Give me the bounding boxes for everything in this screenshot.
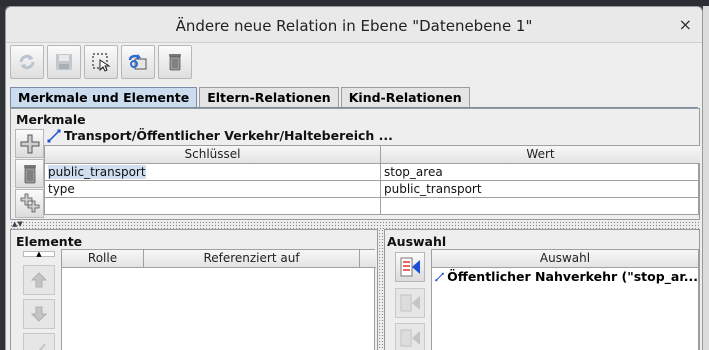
delete-button[interactable]: [158, 45, 192, 79]
tag-key-cell[interactable]: public_transport: [45, 164, 381, 181]
members-panel: Elemente ▲ Rolle Referenziert auf: [10, 229, 378, 350]
tag-value-cell[interactable]: public_transport: [381, 181, 700, 198]
delete-tag-button[interactable]: [15, 159, 44, 188]
column-header-key[interactable]: Schlüssel: [45, 146, 381, 164]
relation-name: Transport/Öffentlicher Verkehr/Haltebere…: [47, 128, 393, 143]
tag-key-cell[interactable]: [45, 198, 381, 215]
properties-section-label: Merkmale: [16, 112, 86, 127]
tag-value-cell[interactable]: [381, 198, 700, 215]
column-header-selection[interactable]: Auswahl: [432, 250, 698, 268]
dialog-title: Ändere neue Relation in Ebene "Dateneben…: [175, 17, 533, 35]
table-row[interactable]: [45, 198, 698, 215]
add-selected-before-button[interactable]: [395, 288, 425, 318]
tag-key-cell[interactable]: type: [45, 181, 381, 198]
tab-parent-relations[interactable]: Eltern-Relationen: [199, 87, 339, 107]
table-row[interactable]: type public_transport: [45, 181, 698, 198]
members-section-label: Elemente: [16, 234, 83, 249]
paste-tags-button[interactable]: [15, 189, 44, 218]
tab-child-relations[interactable]: Kind-Relationen: [340, 87, 470, 107]
selection-table: Auswahl Öffentlicher Nahverkehr ("stop_a…: [431, 249, 699, 350]
members-table: Rolle Referenziert auf: [61, 249, 376, 350]
trash-icon: [23, 164, 36, 183]
selection-item-label: Öffentlicher Nahverkehr ("stop_ar...: [447, 268, 698, 284]
column-header-ref[interactable]: Referenziert auf: [144, 250, 360, 268]
move-bottom-button[interactable]: [23, 333, 55, 350]
list-item[interactable]: Öffentlicher Nahverkehr ("stop_ar...: [432, 268, 698, 285]
selection-section-label: Auswahl: [387, 234, 447, 249]
tab-bar: Merkmale und Elemente Eltern-Relationen …: [10, 87, 472, 107]
title-bar: Ändere neue Relation in Ebene "Dateneben…: [6, 7, 702, 43]
add-to-list-icon: [400, 257, 420, 277]
select-button[interactable]: [84, 45, 118, 79]
save-icon: [56, 54, 72, 70]
zoom-to-button[interactable]: [121, 45, 155, 79]
toolbar: [10, 45, 192, 83]
relation-icon: [435, 272, 444, 281]
horizontal-splitter[interactable]: [10, 221, 700, 229]
relation-name-text: Transport/Öffentlicher Verkehr/Haltebere…: [64, 128, 393, 143]
splitter-arrows-icon[interactable]: ▲▼: [12, 220, 23, 228]
save-button[interactable]: [47, 45, 81, 79]
move-up-button[interactable]: [23, 265, 55, 295]
arrow-down-icon: [30, 306, 48, 322]
column-header-value[interactable]: Wert: [381, 146, 700, 164]
move-down-button[interactable]: [23, 299, 55, 329]
relation-editor-dialog: Ändere neue Relation in Ebene "Dateneben…: [5, 6, 703, 350]
properties-table: Schlüssel Wert public_transport stop_are…: [44, 145, 700, 215]
column-header-role[interactable]: Rolle: [62, 250, 144, 268]
move-top-icon[interactable]: ▲: [23, 251, 55, 258]
tab-properties-members[interactable]: Merkmale und Elemente: [10, 87, 198, 107]
relation-icon: [47, 129, 61, 142]
properties-panel: Merkmale Transport/Öffentlicher Verkehr/…: [10, 108, 700, 220]
arrow-up-icon: [30, 272, 48, 288]
close-icon[interactable]: ×: [679, 15, 692, 34]
selection-panel: Auswahl Auswahl Öffentlicher Nahverkehr …: [384, 229, 700, 350]
select-icon: [92, 53, 111, 72]
tag-key-text: public_transport: [48, 165, 146, 179]
column-header-extra: [360, 250, 376, 268]
refresh-button[interactable]: [10, 45, 44, 79]
add-tag-button[interactable]: [15, 129, 44, 158]
table-row[interactable]: public_transport stop_area: [45, 164, 698, 181]
refresh-icon: [19, 54, 35, 70]
check-icon: [38, 343, 46, 350]
insert-before-icon: [400, 294, 420, 312]
add-selected-after-button[interactable]: [395, 323, 425, 350]
insert-after-icon: [400, 329, 420, 347]
delete-icon: [169, 54, 181, 71]
background-right-edge: [703, 6, 709, 350]
tag-value-cell[interactable]: stop_area: [381, 164, 700, 181]
add-selected-at-start-button[interactable]: [395, 252, 425, 282]
zoom-to-icon: [128, 54, 147, 70]
plus-icon: [20, 134, 39, 153]
multi-plus-icon: [20, 193, 39, 212]
